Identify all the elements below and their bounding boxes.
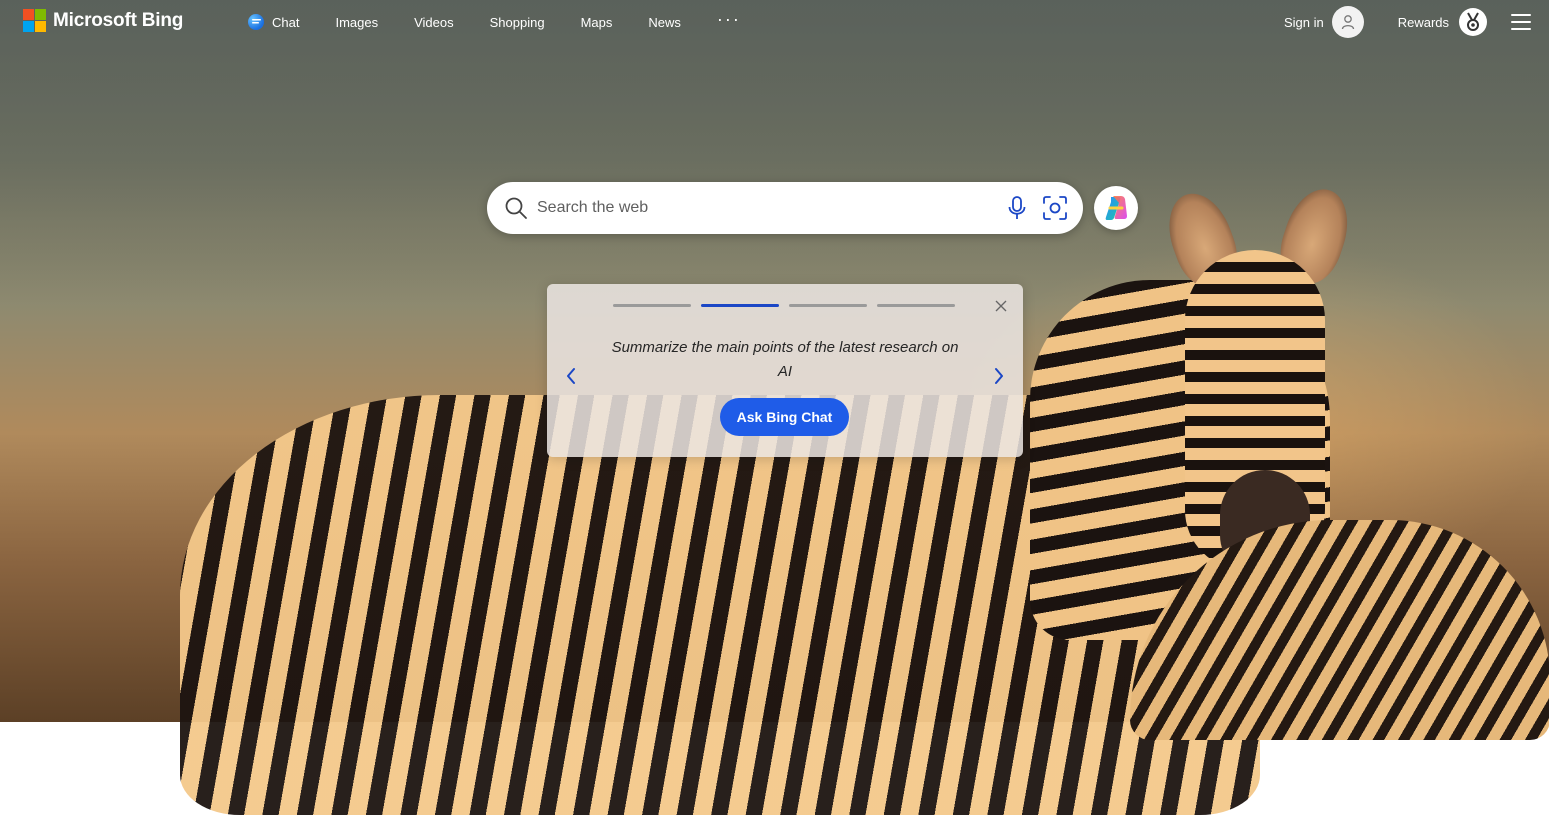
chevron-right-icon[interactable] (991, 366, 1007, 386)
copilot-button[interactable] (1094, 186, 1138, 230)
nav-item-label: Chat (272, 14, 300, 30)
search-icon (503, 195, 529, 221)
nav-item-label: Images (335, 14, 379, 30)
progress-step[interactable] (877, 304, 955, 307)
person-icon (1341, 15, 1354, 30)
sign-in-label: Sign in (1283, 14, 1324, 30)
top-bar: Microsoft Bing Chat Images Videos Shoppi… (0, 0, 1549, 44)
nav-item-videos[interactable]: Videos (414, 15, 454, 30)
ask-bing-chat-button[interactable]: Ask Bing Chat (720, 398, 849, 436)
logo-square-red (23, 9, 34, 20)
logo-square-blue (23, 21, 34, 32)
progress-step-active[interactable] (701, 304, 779, 307)
chat-icon-lines (251, 18, 261, 23)
logo-square-green (35, 9, 46, 20)
nav-item-label: News (648, 14, 681, 30)
close-glyph (995, 300, 1007, 312)
search-input[interactable] (535, 192, 1003, 224)
brand-name: Microsoft Bing (53, 9, 184, 31)
voice-search-button[interactable] (1003, 194, 1031, 222)
nav-item-label: Videos (414, 14, 454, 30)
chat-suggestion-card: Summarize the main points of the latest … (547, 284, 1023, 457)
progress-step[interactable] (789, 304, 867, 307)
copilot-icon (1105, 196, 1127, 220)
visual-search-button[interactable] (1041, 194, 1069, 222)
nav-item-images[interactable]: Images (335, 15, 378, 30)
rewards-medal-icon (1459, 8, 1487, 36)
magnifier-glyph (505, 197, 527, 219)
suggestion-progress (613, 304, 955, 307)
search-box (487, 182, 1083, 234)
medal-icon (1467, 12, 1479, 31)
hamburger-menu-icon[interactable] (1511, 14, 1531, 30)
hamburger-line (1511, 28, 1531, 30)
nav-item-label: Maps (580, 14, 613, 30)
user-avatar-icon (1331, 6, 1364, 38)
camera-lens-icon (1043, 196, 1067, 220)
header-right: Sign in Rewards (1284, 6, 1531, 38)
main-nav: Chat Images Videos Shopping Maps News ··… (248, 10, 741, 30)
chevron-right-glyph (995, 368, 1003, 384)
rewards-button[interactable]: Rewards (1398, 8, 1487, 36)
nav-item-news[interactable]: News (648, 15, 681, 30)
hamburger-line (1511, 14, 1531, 16)
chevron-left-icon[interactable] (563, 366, 579, 386)
bing-logo-link[interactable]: Microsoft Bing (23, 9, 183, 32)
nav-item-chat[interactable]: Chat (248, 14, 299, 30)
more-menu-button[interactable]: ··· (717, 10, 741, 28)
microsoft-logo-icon (23, 9, 46, 32)
rewards-label: Rewards (1397, 14, 1449, 30)
close-icon[interactable] (993, 298, 1009, 314)
logo-square-yellow (35, 21, 46, 32)
nav-item-label: Shopping (489, 14, 545, 30)
nav-item-maps[interactable]: Maps (581, 15, 613, 30)
progress-step[interactable] (613, 304, 691, 307)
sign-in-button[interactable]: Sign in (1284, 6, 1364, 38)
microphone-icon (1008, 196, 1026, 219)
hamburger-line (1511, 21, 1531, 23)
nav-item-shopping[interactable]: Shopping (490, 15, 545, 30)
chat-icon (248, 14, 264, 30)
chevron-left-glyph (567, 368, 575, 384)
suggestion-prompt-text: Summarize the main points of the latest … (611, 339, 959, 380)
